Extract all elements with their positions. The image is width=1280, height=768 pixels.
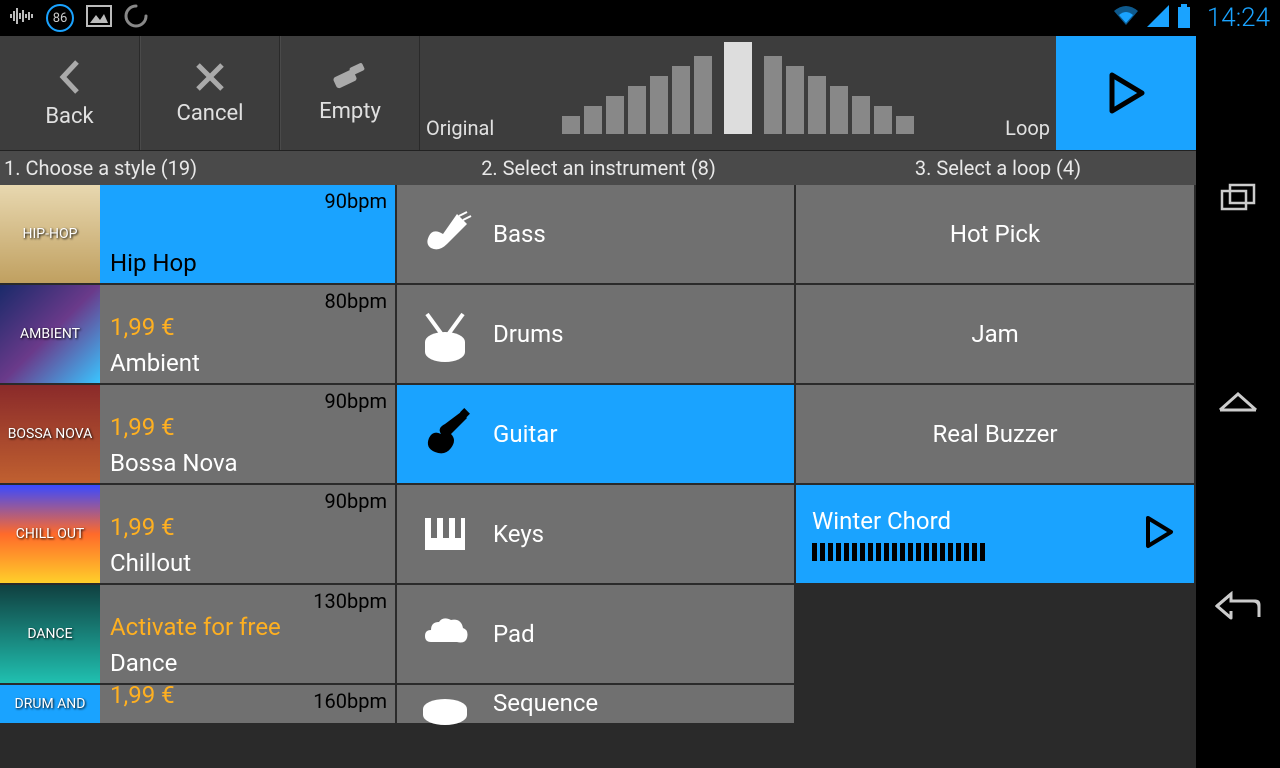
home-button[interactable] bbox=[1214, 384, 1262, 420]
keys-icon bbox=[417, 506, 473, 562]
drums-icon bbox=[417, 306, 473, 362]
play-icon[interactable] bbox=[1144, 515, 1174, 553]
style-thumb: Chill Out bbox=[0, 485, 100, 583]
style-name: Chillout bbox=[110, 549, 385, 577]
style-thumb: Ambient bbox=[0, 285, 100, 383]
instruments-column[interactable]: Bass Drums Guitar Keys Pad Sequence bbox=[397, 185, 796, 768]
back-button[interactable]: Back bbox=[0, 36, 140, 150]
empty-button[interactable]: Empty bbox=[280, 36, 420, 150]
loop-progress bbox=[812, 543, 1178, 561]
style-price: 1,99 € bbox=[110, 413, 385, 441]
style-bpm: 80bpm bbox=[325, 289, 387, 313]
style-price: 1,99 € bbox=[110, 313, 385, 341]
toolbar: Back Cancel Empty Original Loop bbox=[0, 36, 1196, 151]
style-bpm: 160bpm bbox=[313, 689, 387, 713]
play-button[interactable] bbox=[1056, 36, 1196, 150]
style-info: Hip Hop 90bpm bbox=[100, 185, 395, 283]
style-bpm: 90bpm bbox=[325, 189, 387, 213]
badge-icon: 86 bbox=[46, 4, 74, 32]
tab-loop: 3. Select a loop (4) bbox=[796, 151, 1196, 185]
style-row[interactable]: Ambient 1,99 € Ambient 80bpm bbox=[0, 285, 395, 385]
style-name: Bossa Nova bbox=[110, 449, 385, 477]
status-bar: 86 14:24 bbox=[0, 0, 1280, 36]
instrument-row[interactable]: Drums bbox=[397, 285, 794, 385]
instrument-name: Sequence bbox=[493, 689, 598, 717]
styles-column[interactable]: Hip-Hop Hip Hop 90bpm Ambient 1,99 € Amb… bbox=[0, 185, 397, 768]
instrument-row[interactable]: Pad bbox=[397, 585, 794, 685]
style-bpm: 90bpm bbox=[325, 489, 387, 513]
loop-name: Real Buzzer bbox=[932, 420, 1057, 448]
swirl-icon bbox=[124, 4, 148, 32]
back-nav-button[interactable] bbox=[1214, 588, 1262, 624]
style-row[interactable]: drum and 1,99 € 160bpm bbox=[0, 685, 395, 725]
tab-style: 1. Choose a style (19) bbox=[0, 151, 397, 185]
loop-name: Hot Pick bbox=[950, 220, 1040, 248]
tab-instrument: 2. Select an instrument (8) bbox=[397, 151, 796, 185]
wifi-icon bbox=[1113, 5, 1139, 31]
waveform-right bbox=[764, 56, 914, 134]
status-right: 14:24 bbox=[1113, 3, 1270, 33]
cancel-button[interactable]: Cancel bbox=[140, 36, 280, 150]
columns: Hip-Hop Hip Hop 90bpm Ambient 1,99 € Amb… bbox=[0, 185, 1196, 768]
instrument-name: Guitar bbox=[493, 420, 557, 448]
instrument-name: Bass bbox=[493, 220, 546, 248]
instrument-name: Drums bbox=[493, 320, 564, 348]
loops-column[interactable]: Hot Pick Jam Real Buzzer Winter Chord bbox=[796, 185, 1196, 768]
waveform-left bbox=[562, 56, 712, 134]
style-row[interactable]: Dance Activate for free Dance 130bpm bbox=[0, 585, 395, 685]
loop-name: Winter Chord bbox=[812, 507, 1178, 535]
loop-row[interactable]: Hot Pick bbox=[796, 185, 1194, 285]
tabs-row: 1. Choose a style (19) 2. Select an inst… bbox=[0, 151, 1196, 185]
original-label: Original bbox=[426, 116, 494, 140]
recent-apps-button[interactable] bbox=[1214, 180, 1262, 216]
audio-icon bbox=[10, 7, 34, 29]
style-row[interactable]: Bossa Nova 1,99 € Bossa Nova 90bpm bbox=[0, 385, 395, 485]
status-left: 86 bbox=[10, 4, 148, 32]
style-price: 1,99 € bbox=[110, 513, 385, 541]
style-info: 1,99 € Chillout 90bpm bbox=[100, 485, 395, 583]
style-name: Ambient bbox=[110, 349, 385, 377]
style-thumb: Hip-Hop bbox=[0, 185, 100, 283]
style-info: 1,99 € 160bpm bbox=[100, 685, 395, 723]
instrument-name: Keys bbox=[493, 520, 544, 548]
waveform-peak bbox=[724, 42, 752, 134]
loop-row[interactable]: Jam bbox=[796, 285, 1194, 385]
app-area: Back Cancel Empty Original Loop 1. Choos… bbox=[0, 36, 1196, 768]
style-name: Hip Hop bbox=[110, 249, 385, 277]
style-thumb: Bossa Nova bbox=[0, 385, 100, 483]
guitar-icon bbox=[417, 406, 473, 462]
battery-icon bbox=[1177, 4, 1191, 32]
instrument-name: Pad bbox=[493, 620, 535, 648]
style-thumb: Dance bbox=[0, 585, 100, 683]
style-row[interactable]: Chill Out 1,99 € Chillout 90bpm bbox=[0, 485, 395, 585]
bass-icon bbox=[417, 206, 473, 262]
instrument-row[interactable]: Guitar bbox=[397, 385, 794, 485]
style-name: Dance bbox=[110, 649, 385, 677]
loop-name: Jam bbox=[971, 320, 1018, 348]
image-icon bbox=[86, 5, 112, 31]
loop-row[interactable]: Winter Chord bbox=[796, 485, 1194, 585]
style-bpm: 90bpm bbox=[325, 389, 387, 413]
style-info: 1,99 € Bossa Nova 90bpm bbox=[100, 385, 395, 483]
style-price: Activate for free bbox=[110, 613, 385, 641]
instrument-row[interactable]: Sequence bbox=[397, 685, 794, 725]
style-info: 1,99 € Ambient 80bpm bbox=[100, 285, 395, 383]
clock: 14:24 bbox=[1207, 3, 1270, 33]
pad-icon bbox=[417, 606, 473, 662]
instrument-row[interactable]: Bass bbox=[397, 185, 794, 285]
loop-label: Loop bbox=[1005, 116, 1050, 140]
loop-row[interactable]: Real Buzzer bbox=[796, 385, 1194, 485]
style-info: Activate for free Dance 130bpm bbox=[100, 585, 395, 683]
nav-bar bbox=[1196, 36, 1280, 768]
waveform-display[interactable]: Original Loop bbox=[420, 36, 1056, 150]
signal-icon bbox=[1147, 5, 1169, 31]
instrument-row[interactable]: Keys bbox=[397, 485, 794, 585]
sequence-icon bbox=[417, 689, 473, 745]
style-row[interactable]: Hip-Hop Hip Hop 90bpm bbox=[0, 185, 395, 285]
style-thumb: drum and bbox=[0, 685, 100, 723]
style-bpm: 130bpm bbox=[313, 589, 387, 613]
